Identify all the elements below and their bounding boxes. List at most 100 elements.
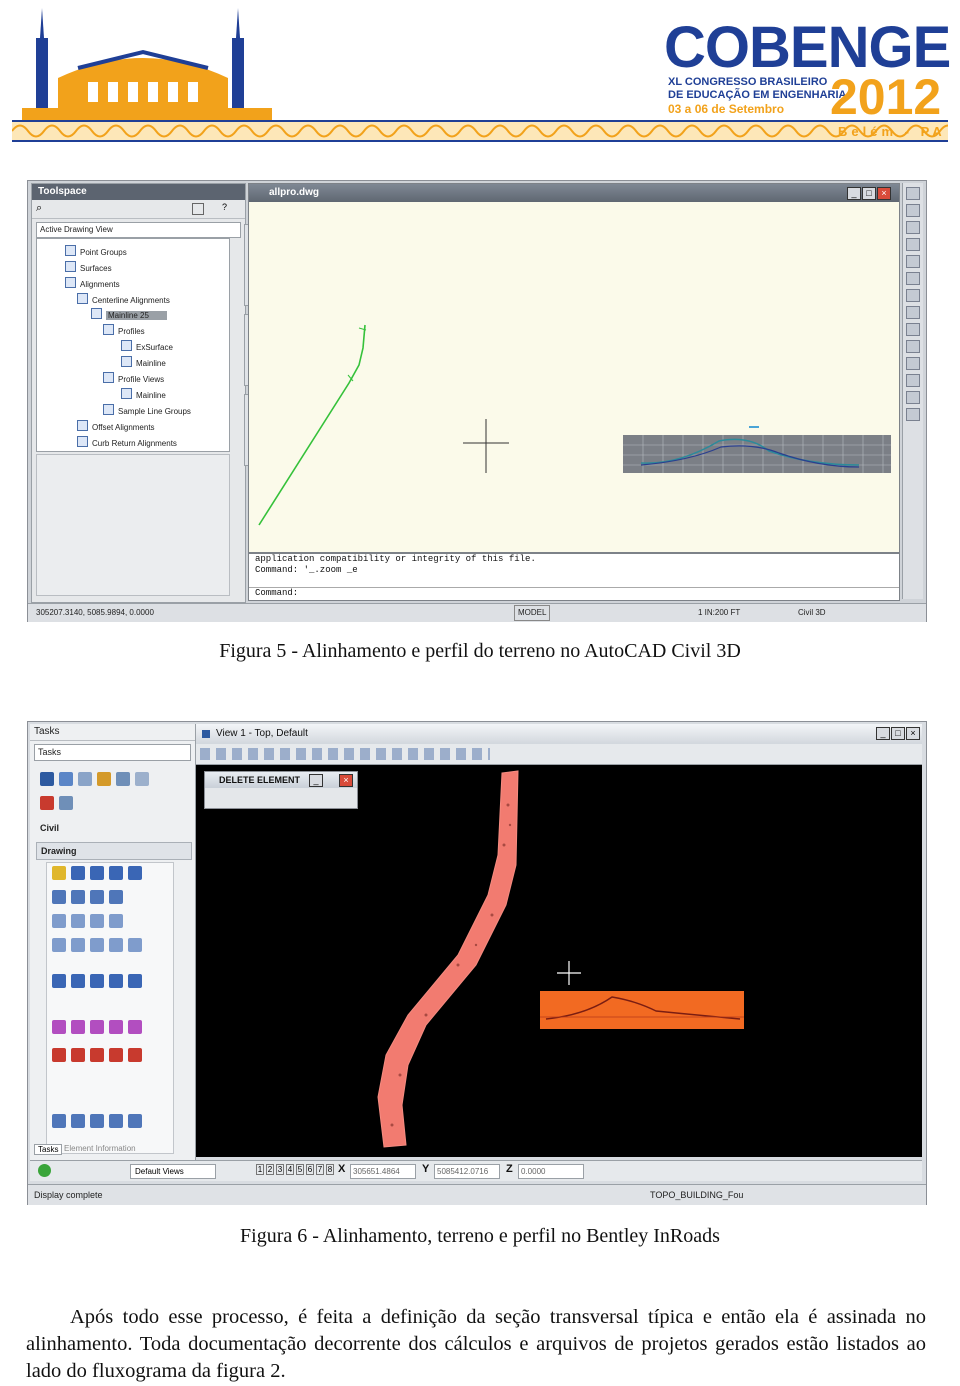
z-coordinate-field[interactable]: 0.0000	[518, 1164, 584, 1179]
ellipse-icon[interactable]	[71, 938, 85, 952]
maximize-button[interactable]: □	[862, 187, 876, 200]
tool-icon[interactable]	[109, 974, 123, 988]
view-number-8[interactable]: 8	[326, 1164, 334, 1175]
toolspace-options-icon[interactable]	[192, 203, 204, 215]
view-maximize-button[interactable]: □	[891, 727, 905, 740]
tool-icon[interactable]	[71, 914, 85, 928]
properties-icon[interactable]	[906, 289, 920, 302]
drawing-section[interactable]: Drawing	[36, 842, 192, 860]
redo-icon[interactable]	[906, 408, 920, 421]
view-number-6[interactable]: 6	[306, 1164, 314, 1175]
minimize-button[interactable]: _	[847, 187, 861, 200]
tree-item-mainline-view[interactable]: Mainline	[121, 388, 166, 400]
place-point-icon[interactable]	[52, 866, 66, 880]
command-line[interactable]: application compatibility or integrity o…	[248, 553, 900, 601]
zoom-extents-icon[interactable]	[906, 272, 920, 285]
tool-icon[interactable]	[109, 1114, 123, 1128]
view-number-7[interactable]: 7	[316, 1164, 324, 1175]
tool-icon[interactable]	[71, 1020, 85, 1034]
task-icon[interactable]	[59, 796, 73, 810]
measure-icon[interactable]	[906, 323, 920, 336]
civil-section[interactable]: Civil	[36, 820, 190, 836]
text-icon[interactable]	[71, 1048, 85, 1062]
tree-item-profiles[interactable]: Profiles	[103, 324, 145, 336]
tree-item-alignments[interactable]: Alignments	[65, 277, 120, 289]
text-icon[interactable]	[90, 1048, 104, 1062]
task-icon[interactable]	[78, 772, 92, 786]
tree-item-offset-alignments[interactable]: Offset Alignments	[77, 420, 155, 432]
arc-icon[interactable]	[90, 866, 104, 880]
tasks-select[interactable]: Tasks	[34, 744, 191, 761]
task-icon[interactable]	[116, 772, 130, 786]
view-number-2[interactable]: 2	[266, 1164, 274, 1175]
move-icon[interactable]	[52, 1114, 66, 1128]
pointer-icon[interactable]	[40, 772, 54, 786]
help-icon[interactable]	[906, 357, 920, 370]
tab-tasks[interactable]: Tasks	[34, 1144, 63, 1155]
tree-item-mainline-profile[interactable]: Mainline	[121, 356, 166, 368]
text-icon[interactable]	[52, 1048, 66, 1062]
undo-icon[interactable]	[906, 391, 920, 404]
zoom-icon[interactable]	[906, 204, 920, 217]
tool-icon[interactable]	[109, 890, 123, 904]
view-close-button[interactable]: ×	[906, 727, 920, 740]
tool-icon[interactable]	[128, 1020, 142, 1034]
view-number-3[interactable]: 3	[276, 1164, 284, 1175]
tool-icon[interactable]	[71, 974, 85, 988]
tree-item-centerline-alignments[interactable]: Centerline Alignments	[77, 293, 170, 305]
task-icon[interactable]	[135, 772, 149, 786]
tool-icon[interactable]	[90, 1114, 104, 1128]
model-button[interactable]: MODEL	[514, 605, 551, 621]
print-icon[interactable]	[906, 374, 920, 387]
view-number-5[interactable]: 5	[296, 1164, 304, 1175]
view-add-icon[interactable]	[38, 1164, 51, 1177]
zoom-window-icon[interactable]	[906, 255, 920, 268]
search-icon[interactable]: ⌕	[36, 202, 42, 215]
text-icon[interactable]	[128, 1048, 142, 1062]
regen-icon[interactable]	[906, 340, 920, 353]
tree-item-sample-line-groups[interactable]: Sample Line Groups	[103, 404, 191, 416]
orbit-icon[interactable]	[906, 238, 920, 251]
tree-item-profile-views[interactable]: Profile Views	[103, 372, 164, 384]
text-icon[interactable]	[109, 1048, 123, 1062]
pan-icon[interactable]	[906, 221, 920, 234]
tree-item-mainline-alignment[interactable]: Mainline 25	[91, 308, 167, 320]
y-coordinate-field[interactable]: 5085412.0716	[434, 1164, 500, 1179]
tool-icon[interactable]	[109, 1020, 123, 1034]
tool-icon[interactable]	[90, 890, 104, 904]
tool-icon[interactable]	[52, 974, 66, 988]
active-level[interactable]: TOPO_BUILDING_Fou	[650, 1185, 743, 1205]
line-icon[interactable]	[71, 866, 85, 880]
annotation-scale[interactable]: 1 IN:200 FT	[698, 604, 740, 622]
tool-icon[interactable]	[109, 938, 123, 952]
tree-item-exsurface[interactable]: ExSurface	[121, 340, 173, 352]
tool-icon[interactable]	[71, 890, 85, 904]
tool-icon[interactable]	[52, 1020, 66, 1034]
tool-icon[interactable]	[90, 1020, 104, 1034]
tree-item-curb-return[interactable]: Curb Return Alignments	[77, 436, 177, 448]
delete-icon[interactable]	[40, 796, 54, 810]
tool-icon[interactable]	[128, 938, 142, 952]
select-icon[interactable]	[906, 187, 920, 200]
view-number-1[interactable]: 1	[256, 1164, 264, 1175]
tree-item-surfaces[interactable]: Surfaces	[65, 261, 112, 273]
view-minimize-button[interactable]: _	[876, 727, 890, 740]
task-icon[interactable]	[97, 772, 111, 786]
tab-element-information[interactable]: Element Information	[64, 1144, 136, 1153]
tool-icon[interactable]	[90, 938, 104, 952]
plus-icon[interactable]	[109, 866, 123, 880]
tool-icon[interactable]	[52, 890, 66, 904]
tool-icon[interactable]	[90, 974, 104, 988]
layers-icon[interactable]	[906, 306, 920, 319]
drawing-canvas[interactable]	[249, 203, 899, 551]
tool-icon[interactable]	[109, 914, 123, 928]
tool-icon[interactable]	[90, 914, 104, 928]
tool-icon[interactable]	[71, 1114, 85, 1128]
tool-icon[interactable]	[128, 1114, 142, 1128]
close-button[interactable]: ×	[877, 187, 891, 200]
circle-icon[interactable]	[52, 938, 66, 952]
tree-item-point-groups[interactable]: Point Groups	[65, 245, 127, 257]
view-groups-select[interactable]: Default Views	[130, 1164, 216, 1179]
toolspace-help-icon[interactable]: ?	[222, 202, 227, 212]
x-coordinate-field[interactable]: 305651.4864	[350, 1164, 416, 1179]
